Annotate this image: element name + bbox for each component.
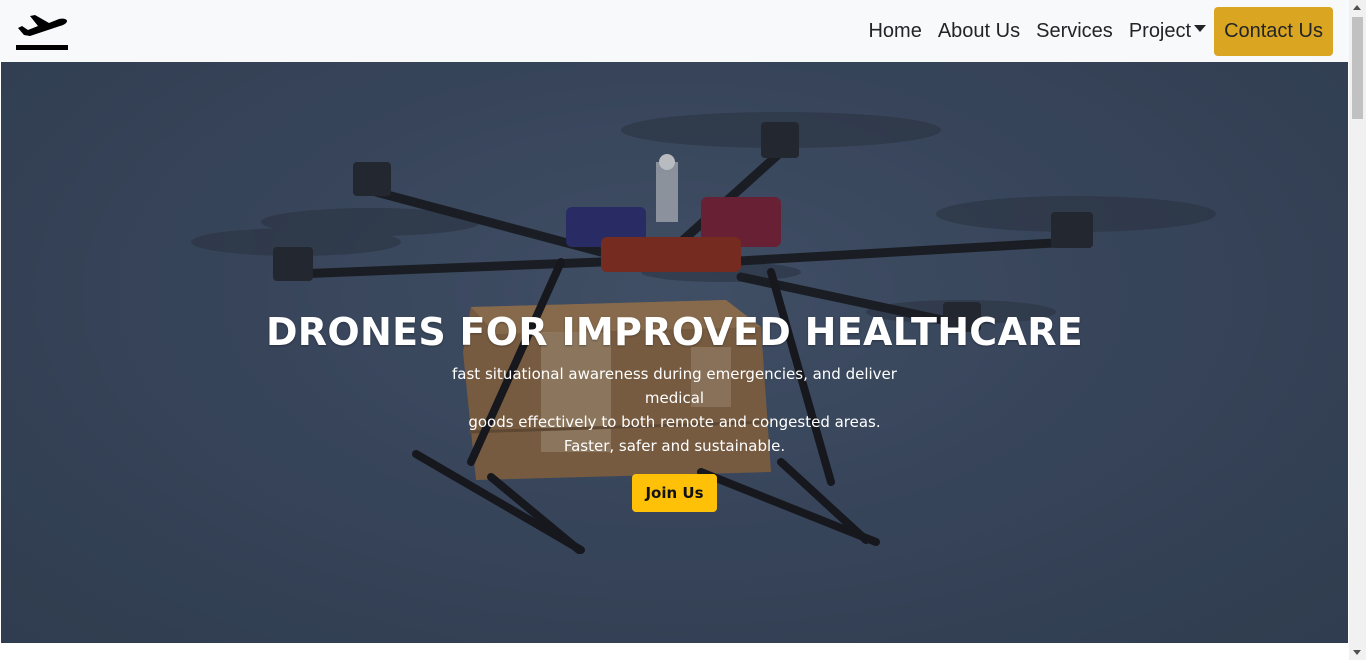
hero-section: DRONES FOR IMPROVED HEALTHCARE fast situ… <box>1 62 1348 643</box>
nav-home[interactable]: Home <box>860 17 929 45</box>
hero-line-3: Faster, safer and sustainable. <box>563 437 786 455</box>
nav-links: Home About Us Services Project Contact U… <box>860 0 1333 62</box>
caret-down-icon <box>1194 24 1207 32</box>
scroll-up-arrow-icon[interactable] <box>1353 5 1361 10</box>
nav-services[interactable]: Services <box>1028 17 1121 45</box>
nav-about-us[interactable]: About Us <box>930 17 1028 45</box>
scroll-down-arrow-icon[interactable] <box>1353 650 1361 655</box>
hero-line-2: goods effectively to both remote and con… <box>468 413 881 431</box>
hero-content: DRONES FOR IMPROVED HEALTHCARE fast situ… <box>1 308 1348 512</box>
navbar: Home About Us Services Project Contact U… <box>0 0 1349 62</box>
contact-us-button[interactable]: Contact Us <box>1214 6 1333 56</box>
nav-project-dropdown[interactable]: Project <box>1121 17 1214 45</box>
airplane-departure-icon <box>16 15 68 50</box>
nav-project-label: Project <box>1128 20 1192 42</box>
join-us-button[interactable]: Join Us <box>632 474 717 512</box>
logo-link[interactable] <box>16 11 68 51</box>
scroll-thumb[interactable] <box>1352 17 1363 119</box>
hero-description: fast situational awareness during emerge… <box>425 362 925 458</box>
hero-line-1: fast situational awareness during emerge… <box>452 365 897 407</box>
hero-title: DRONES FOR IMPROVED HEALTHCARE <box>265 310 1084 354</box>
page-scrollbar[interactable] <box>1349 0 1366 660</box>
